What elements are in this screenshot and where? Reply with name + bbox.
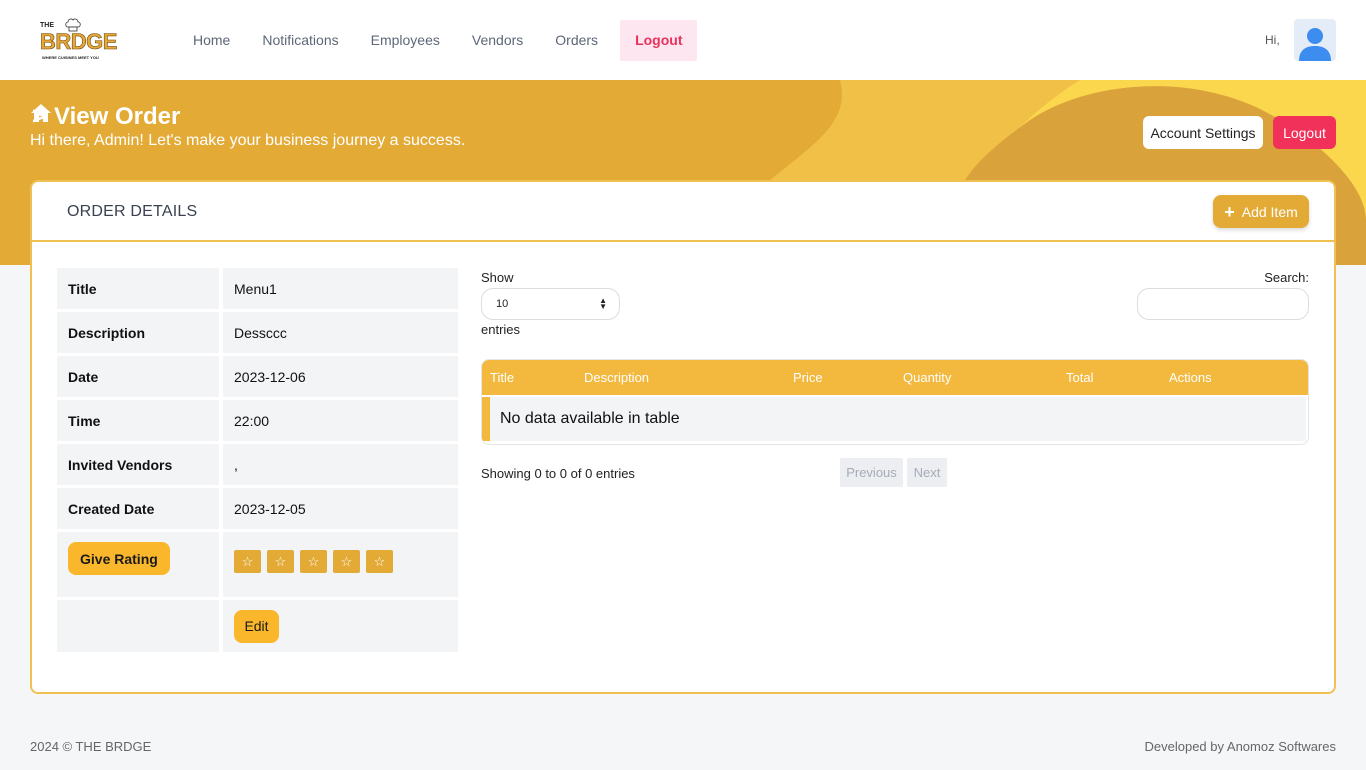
star-icon[interactable]: ☆ (267, 550, 294, 573)
search-input[interactable] (1137, 288, 1309, 320)
welcome-message: Hi there, Admin! Let's make your busines… (30, 132, 466, 149)
column-header-description[interactable]: Description (584, 370, 649, 385)
column-header-actions[interactable]: Actions (1169, 370, 1212, 385)
detail-row-actions: Edit (57, 600, 459, 652)
empty-table-message: No data available in table (482, 397, 1306, 441)
rating-cell: Give Rating (57, 532, 219, 597)
card-header: ORDER DETAILS + Add Item (32, 182, 1334, 242)
detail-row-date: Date 2023-12-06 (57, 356, 459, 397)
rating-stars: ☆ ☆ ☆ ☆ ☆ (234, 550, 393, 573)
nav-orders[interactable]: Orders (539, 20, 614, 61)
rating-stars-cell: ☆ ☆ ☆ ☆ ☆ (223, 532, 458, 597)
pagination-next-button[interactable]: Next (907, 458, 947, 487)
search-label: Search: (1264, 270, 1309, 285)
detail-label: Created Date (57, 488, 219, 529)
detail-row-invited-vendors: Invited Vendors , (57, 444, 459, 485)
entries-label: entries (481, 322, 521, 337)
footer-copyright: 2024 © THE BRDGE (30, 739, 152, 754)
brand-logo-name: BRDGE (40, 29, 118, 55)
pagination-previous-button[interactable]: Previous (840, 458, 903, 487)
detail-row-rating: Give Rating ☆ ☆ ☆ ☆ ☆ (57, 532, 459, 597)
add-item-label: Add Item (1241, 203, 1298, 220)
column-header-quantity[interactable]: Quantity (903, 370, 951, 385)
nav-notifications[interactable]: Notifications (246, 20, 354, 61)
detail-label: Invited Vendors (57, 444, 219, 485)
edit-button[interactable]: Edit (234, 609, 279, 643)
page-size-select[interactable]: 10 ▲ ▼ (481, 288, 620, 320)
detail-value: 2023-12-06 (223, 356, 458, 397)
detail-row-created-date: Created Date 2023-12-05 (57, 488, 459, 529)
user-avatar-icon (1299, 28, 1331, 61)
detail-value: , (223, 444, 458, 485)
star-icon[interactable]: ☆ (333, 550, 360, 573)
plus-icon: + (1224, 201, 1235, 222)
detail-value: 2023-12-05 (223, 488, 458, 529)
detail-value: Menu1 (223, 268, 458, 309)
brand-logo-tagline: WHERE CUISINES MEET YOU (42, 55, 99, 60)
top-navbar: THE BRDGE WHERE CUISINES MEET YOU Home N… (0, 0, 1366, 80)
detail-value: 22:00 (223, 400, 458, 441)
show-label: Show (481, 270, 514, 285)
table-header: Title Description Price Quantity Total A… (482, 360, 1308, 395)
nav-logout[interactable]: Logout (620, 20, 698, 61)
brand-logo-the: THE (40, 22, 54, 29)
edit-cell: Edit (223, 600, 458, 652)
card-title: ORDER DETAILS (67, 203, 198, 220)
star-icon[interactable]: ☆ (300, 550, 327, 573)
detail-label: Title (57, 268, 219, 309)
star-icon[interactable]: ☆ (366, 550, 393, 573)
add-item-button[interactable]: + Add Item (1213, 195, 1309, 228)
brand-logo[interactable]: THE BRDGE WHERE CUISINES MEET YOU (40, 18, 118, 62)
give-rating-button[interactable]: Give Rating (68, 542, 170, 575)
page-title: View Order (54, 103, 181, 130)
detail-label: Description (57, 312, 219, 353)
nav-vendors[interactable]: Vendors (456, 20, 539, 61)
breadcrumb: > View Order (30, 103, 180, 131)
main-nav: Home Notifications Employees Vendors Ord… (177, 20, 698, 61)
column-header-price[interactable]: Price (793, 370, 823, 385)
footer-developer: Developed by Anomoz Softwares (1144, 739, 1337, 754)
detail-row-description: Description Dessccc (57, 312, 459, 353)
detail-row-title: Title Menu1 (57, 268, 459, 309)
select-arrows-icon: ▲ ▼ (599, 296, 607, 311)
order-details-card: ORDER DETAILS + Add Item Title Menu1 Des… (30, 180, 1336, 694)
nav-employees[interactable]: Employees (355, 20, 456, 61)
table-info: Showing 0 to 0 of 0 entries (481, 466, 635, 481)
banner-logout-button[interactable]: Logout (1273, 116, 1336, 149)
column-header-total[interactable]: Total (1066, 370, 1093, 385)
items-table: Title Description Price Quantity Total A… (481, 359, 1309, 445)
detail-value: Dessccc (223, 312, 458, 353)
detail-label: Date (57, 356, 219, 397)
account-settings-button[interactable]: Account Settings (1143, 116, 1263, 149)
page-size-value: 10 (496, 298, 509, 310)
detail-row-time: Time 22:00 (57, 400, 459, 441)
star-icon[interactable]: ☆ (234, 550, 261, 573)
home-icon[interactable] (30, 103, 52, 123)
detail-label: Time (57, 400, 219, 441)
user-greeting: Hi, (1265, 33, 1280, 47)
order-details-table: Title Menu1 Description Dessccc Date 202… (57, 268, 459, 655)
empty-cell (57, 600, 219, 652)
column-header-title[interactable]: Title (490, 370, 514, 385)
nav-home[interactable]: Home (177, 20, 246, 61)
user-avatar[interactable] (1294, 19, 1336, 61)
